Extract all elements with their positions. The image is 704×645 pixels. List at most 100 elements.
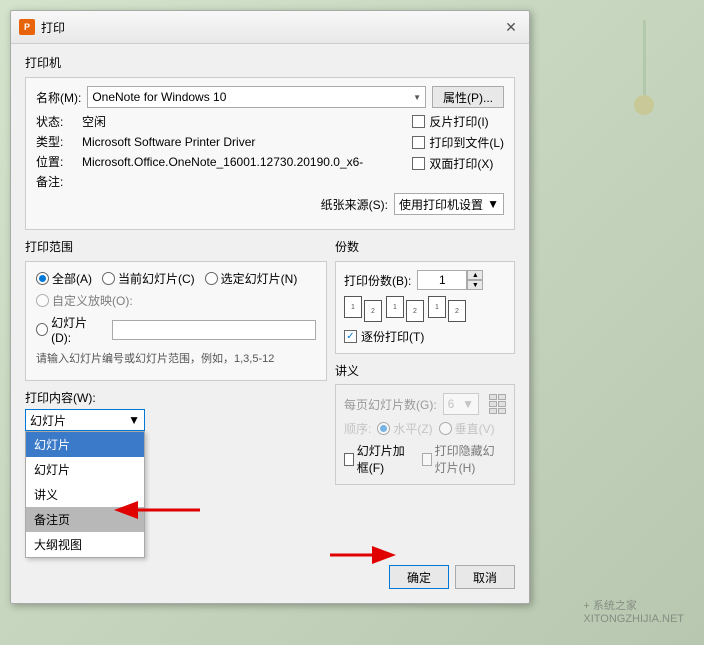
properties-button[interactable]: 属性(P)... [432,86,504,108]
range-selected-radio-btn[interactable] [205,272,218,285]
bottom-options-row: 幻灯片加框(F) 打印隐藏幻灯片(H) [344,442,506,476]
copies-section-title: 份数 [335,238,515,255]
range-slides-label: 幻灯片(D): [51,314,102,345]
dropdown-arrow-icon: ▼ [413,93,421,102]
lecture-section: 每页幻灯片数(G): 6 ▼ [335,384,515,485]
dropdown-item-2[interactable]: 幻灯片 [26,457,144,482]
range-slides-radio-btn[interactable] [36,323,48,336]
print-to-file-check[interactable]: 打印到文件(L) [412,134,504,151]
range-hint: 请输入幻灯片编号或幻灯片范围，例如，1,3,5-12 [36,350,316,366]
range-selected-radio[interactable]: 选定幻灯片(N) [205,270,298,287]
range-all-radio[interactable]: 全部(A) [36,270,92,287]
duplex-print-checkbox[interactable] [412,157,425,170]
status-row: 状态: 空闲 [36,113,400,130]
content-dropdown-arrow-icon: ▼ [128,413,140,427]
reverse-print-label: 反片打印(I) [429,113,488,130]
spinner-buttons: ▲ ▼ [467,270,483,290]
type-row: 类型: Microsoft Software Printer Driver [36,133,400,150]
paper-dropdown-arrow-icon: ▼ [487,197,499,211]
location-label: 位置: [36,153,76,170]
horizontal-radio[interactable]: 水平(Z) [377,420,432,437]
type-label: 类型: [36,133,76,150]
paper-source-dropdown[interactable]: 使用打印机设置 ▼ [394,193,504,215]
range-custom-group: 自定义放映(O): [36,292,316,309]
watermark: + 系统之家XITONGZHIJIA.NET [583,597,684,625]
content-dropdown-menu: 幻灯片 幻灯片 讲义 备注页 大纲视图 [25,431,145,558]
status-value: 空闲 [82,113,106,130]
name-label: 名称(M): [36,89,81,106]
spinner-down-button[interactable]: ▼ [467,280,483,290]
reverse-print-checkbox[interactable] [412,115,425,128]
printer-section-title: 打印机 [25,54,515,71]
range-custom-radio-btn[interactable] [36,294,49,307]
range-all-radio-btn[interactable] [36,272,49,285]
reverse-print-check[interactable]: 反片打印(I) [412,113,504,130]
dropdown-item-4[interactable]: 备注页 [26,507,144,532]
dropdown-item-3[interactable]: 讲义 [26,482,144,507]
content-dropdown[interactable]: 幻灯片 ▼ [25,409,145,431]
printer-name-row: 名称(M): OneNote for Windows 10 ▼ 属性(P)... [36,86,504,108]
ok-button[interactable]: 确定 [389,565,449,589]
page-icon-2: 2 [364,300,382,322]
frame-checkbox[interactable] [344,453,354,466]
range-custom-radio[interactable]: 自定义放映(O): [36,292,133,309]
bottom-buttons: 确定 取消 [25,565,515,593]
paper-source-value: 使用打印机设置 [399,196,483,213]
left-column: 打印范围 全部(A) 当前幻灯片(C) [25,238,327,555]
copies-section: 打印份数(B): ▲ ▼ [335,261,515,354]
collate-check[interactable]: ✓ 逐份打印(T) [344,328,506,345]
collate-checkbox[interactable]: ✓ [344,330,357,343]
printer-name-dropdown[interactable]: OneNote for Windows 10 ▼ [87,86,426,108]
vertical-radio[interactable]: 垂直(V) [439,420,495,437]
range-current-radio-btn[interactable] [102,272,115,285]
page-icon-3: 1 [386,296,404,318]
content-label: 打印内容(W): [25,389,327,406]
dropdown-item-5[interactable]: 大纲视图 [26,532,144,557]
status-label: 状态: [36,113,76,130]
hidden-checkbox[interactable] [422,453,432,466]
order-label: 顺序: [344,420,371,437]
copies-spinner: ▲ ▼ [417,270,483,290]
order-row: 顺序: 水平(Z) 垂直(V) [344,420,506,437]
per-page-arrow-icon: ▼ [462,397,474,411]
spinner-up-button[interactable]: ▲ [467,270,483,280]
hidden-check[interactable]: 打印隐藏幻灯片(H) [422,442,506,476]
printer-info-left: 状态: 空闲 类型: Microsoft Software Printer Dr… [36,113,400,193]
slide-layout-icon [489,394,506,414]
per-page-value: 6 [448,397,455,411]
range-current-radio[interactable]: 当前幻灯片(C) [102,270,195,287]
horizontal-label: 水平(Z) [393,420,432,437]
dropdown-item-1[interactable]: 幻灯片 [26,432,144,457]
vertical-label: 垂直(V) [455,420,495,437]
hidden-label: 打印隐藏幻灯片(H) [435,442,506,476]
copy-icon-group-2: 1 2 [386,296,424,322]
per-page-row: 每页幻灯片数(G): 6 ▼ [344,393,506,415]
copies-input[interactable] [417,270,467,290]
printer-info: 状态: 空闲 类型: Microsoft Software Printer Dr… [36,113,504,193]
copy-icons: 1 2 1 2 1 2 [344,296,506,322]
page-icon-5: 1 [428,296,446,318]
slides-range-input[interactable] [112,320,316,340]
collate-label: 逐份打印(T) [361,328,424,345]
main-layout: 打印范围 全部(A) 当前幻灯片(C) [25,238,515,555]
range-custom-label: 自定义放映(O): [52,292,133,309]
range-slides-group: 幻灯片(D): [36,314,316,345]
copies-row: 打印份数(B): ▲ ▼ [344,270,506,290]
print-to-file-checkbox[interactable] [412,136,425,149]
frame-check[interactable]: 幻灯片加框(F) [344,442,410,476]
page-icon-4: 2 [406,300,424,322]
content-section: 打印内容(W): 幻灯片 ▼ 幻灯片 幻灯片 讲义 备注页 [25,389,327,431]
title-bar: P 打印 ✕ [11,11,529,44]
dialog-icon: P [19,19,35,35]
copy-icon-group-3: 1 2 [428,296,466,322]
range-all-radio-inner [39,275,46,282]
per-page-dropdown[interactable]: 6 ▼ [443,393,479,415]
range-slides-radio[interactable]: 幻灯片(D): [36,314,102,345]
range-section-title: 打印范围 [25,238,327,255]
cancel-button[interactable]: 取消 [455,565,515,589]
close-button[interactable]: ✕ [501,17,521,37]
duplex-print-label: 双面打印(X) [429,155,493,172]
printer-section: 名称(M): OneNote for Windows 10 ▼ 属性(P)...… [25,77,515,230]
paper-source-label: 纸张来源(S): [321,196,388,213]
duplex-print-check[interactable]: 双面打印(X) [412,155,504,172]
